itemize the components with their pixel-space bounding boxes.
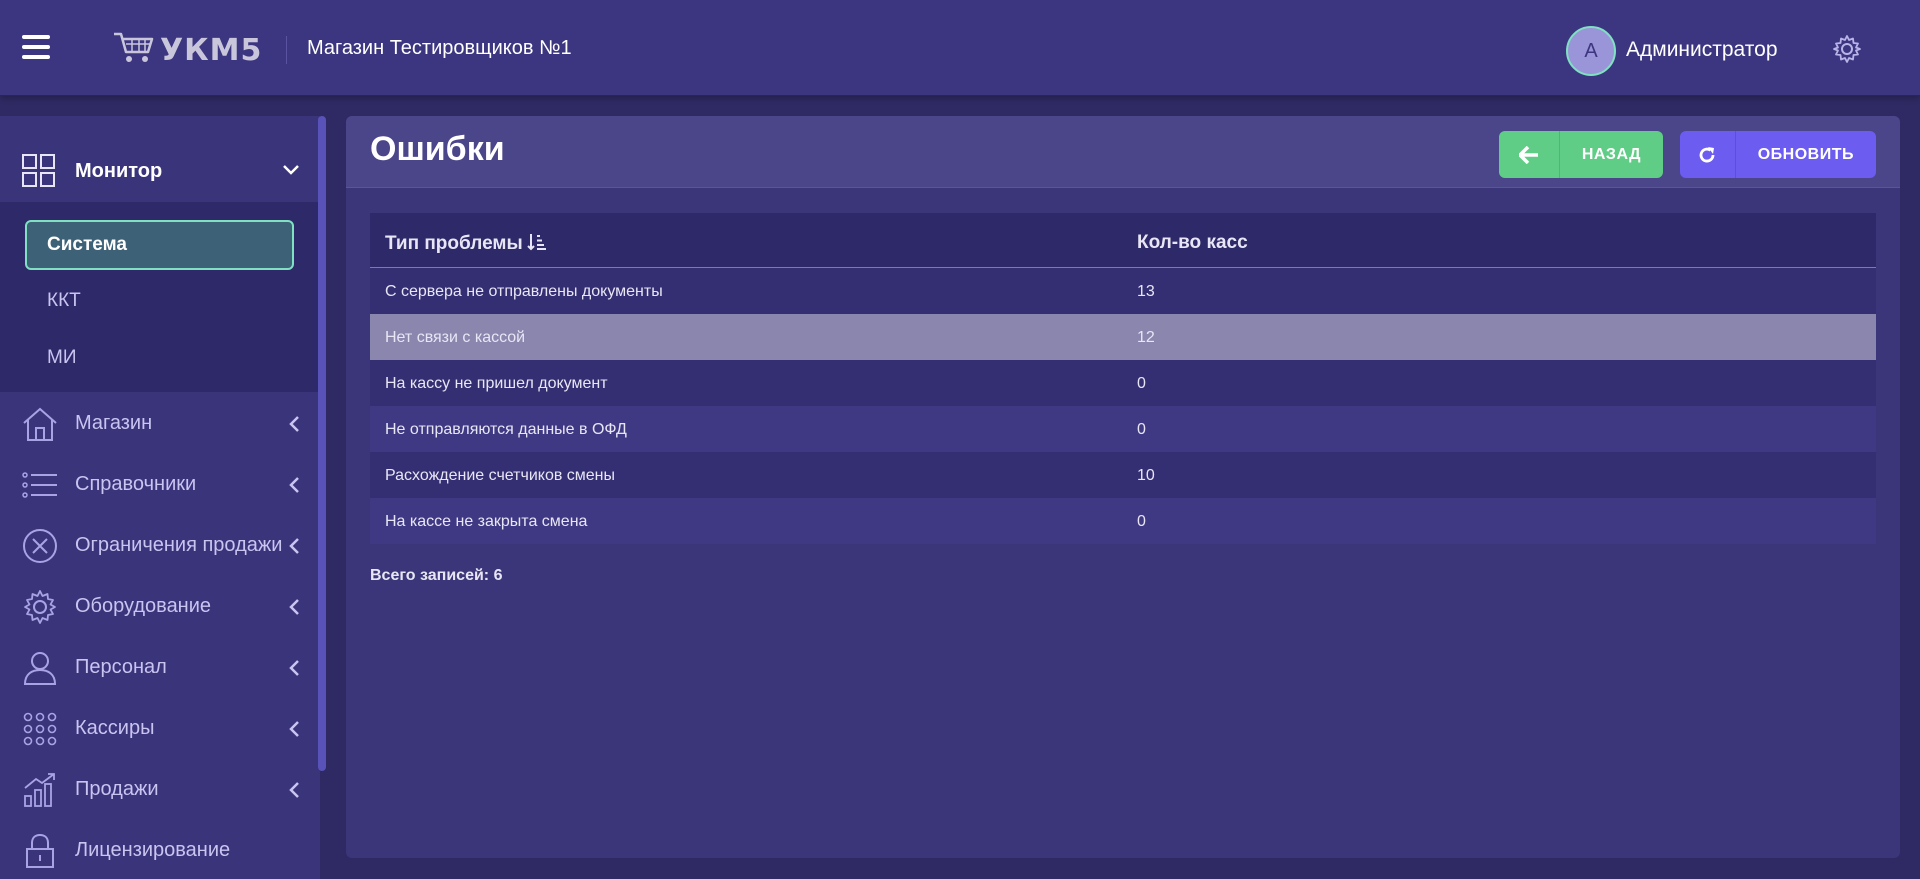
sidebar-item-licensing-label: Лицензирование xyxy=(75,839,231,861)
cell-problem-type: Не отправляются данные в ОФД xyxy=(385,421,627,438)
cell-kkt-count: 0 xyxy=(1137,421,1146,438)
user-icon xyxy=(23,652,57,685)
page-title: Ошибки xyxy=(370,130,505,168)
chevron-left-icon xyxy=(289,416,299,432)
arrow-left-icon xyxy=(1499,131,1560,178)
sort-icon[interactable] xyxy=(526,232,547,252)
sidebar-item-sale-restrictions-label: Ограничения продажи xyxy=(75,534,283,556)
cell-kkt-count: 0 xyxy=(1137,375,1146,392)
column-header-kkt-count[interactable]: Кол-во касс xyxy=(1137,232,1248,254)
submenu-item-mi[interactable]: МИ xyxy=(25,333,294,383)
chevron-down-icon[interactable] xyxy=(282,164,300,176)
sidebar-item-cashiers-label: Кассиры xyxy=(75,717,155,739)
refresh-button[interactable]: ОБНОВИТЬ xyxy=(1680,131,1876,178)
logo[interactable]: УКМ5 xyxy=(112,28,261,68)
sidebar-item-directories[interactable]: Справочники xyxy=(0,454,318,514)
cell-problem-type: Нет связи с кассой xyxy=(385,329,526,346)
table-row[interactable]: Не отправляются данные в ОФД 0 xyxy=(370,406,1876,452)
grid-icon xyxy=(22,154,55,187)
logo-text: УКМ5 xyxy=(160,33,263,68)
table-row[interactable]: Расхождение счетчиков смены 10 xyxy=(370,452,1876,498)
total-records: Всего записей: 6 xyxy=(370,567,503,584)
cart-icon xyxy=(114,32,154,62)
column-header-problem-type[interactable]: Тип проблемы xyxy=(385,232,547,255)
sidebar-scrollbar[interactable] xyxy=(318,116,326,771)
lock-icon xyxy=(26,833,54,868)
cell-problem-type: На кассе не закрыта смена xyxy=(385,513,588,530)
monitor-submenu: Система ККТ МИ xyxy=(0,202,318,392)
store-name: Магазин Тестировщиков №1 xyxy=(286,36,572,64)
submenu-item-kkt[interactable]: ККТ xyxy=(25,276,294,326)
x-circle-icon xyxy=(23,529,57,563)
chevron-left-icon xyxy=(289,477,299,493)
cell-problem-type: На кассу не пришел документ xyxy=(385,375,608,392)
dots-grid-icon xyxy=(23,712,57,746)
avatar[interactable]: А xyxy=(1566,26,1616,76)
sidebar-item-equipment[interactable]: Оборудование xyxy=(0,576,318,636)
home-icon xyxy=(23,407,57,441)
sidebar-item-sales[interactable]: Продажи xyxy=(0,759,318,819)
refresh-icon xyxy=(1680,131,1736,178)
sidebar-item-personnel-label: Персонал xyxy=(75,656,167,678)
username[interactable]: Администратор xyxy=(1626,38,1778,62)
back-button[interactable]: НАЗАД xyxy=(1499,131,1663,178)
main-panel: Ошибки НАЗАД ОБНОВИТЬ Тип проблемы Кол-в… xyxy=(346,116,1900,858)
table-row[interactable]: На кассе не закрыта смена 0 xyxy=(370,498,1876,544)
sidebar-item-monitor-label[interactable]: Монитор xyxy=(75,160,162,183)
cell-kkt-count: 10 xyxy=(1137,467,1155,484)
chevron-left-icon xyxy=(289,538,299,554)
cell-problem-type: Расхождение счетчиков смены xyxy=(385,467,616,484)
gear-icon xyxy=(24,590,56,624)
back-button-label: НАЗАД xyxy=(1581,145,1641,163)
sidebar-item-sale-restrictions[interactable]: Ограничения продажи xyxy=(0,515,318,575)
cell-kkt-count: 12 xyxy=(1137,329,1155,346)
panel-header: Ошибки НАЗАД ОБНОВИТЬ xyxy=(346,116,1900,188)
list-icon xyxy=(22,472,57,498)
chevron-left-icon xyxy=(289,721,299,737)
table-row[interactable]: С сервера не отправлены документы 13 xyxy=(370,268,1876,314)
sidebar-item-personnel[interactable]: Персонал xyxy=(0,637,318,697)
sidebar-item-directories-label: Справочники xyxy=(75,473,197,495)
chart-icon xyxy=(24,773,55,807)
menu-icon[interactable] xyxy=(22,35,50,59)
table-header: Тип проблемы Кол-во касс xyxy=(370,213,1876,268)
chevron-left-icon xyxy=(289,782,299,798)
cell-kkt-count: 13 xyxy=(1137,283,1155,300)
table-row[interactable]: На кассу не пришел документ 0 xyxy=(370,360,1876,406)
cell-problem-type: С сервера не отправлены документы xyxy=(385,283,663,300)
refresh-button-label: ОБНОВИТЬ xyxy=(1757,145,1854,163)
chevron-left-icon xyxy=(289,599,299,615)
settings-gear-icon[interactable] xyxy=(1832,34,1862,64)
submenu-item-system[interactable]: Система xyxy=(25,220,294,270)
errors-table: Тип проблемы Кол-во касс С сервера не от… xyxy=(370,213,1876,544)
table-row[interactable]: Нет связи с кассой 12 xyxy=(370,314,1876,360)
sidebar-item-cashiers[interactable]: Кассиры xyxy=(0,698,318,758)
top-bar: УКМ5 Магазин Тестировщиков №1 А Админист… xyxy=(0,0,1920,96)
sidebar-item-store-label: Магазин xyxy=(75,412,153,434)
sidebar-item-equipment-label: Оборудование xyxy=(75,595,212,617)
sidebar-item-licensing[interactable]: Лицензирование xyxy=(0,820,318,879)
sidebar-item-sales-label: Продажи xyxy=(75,778,159,800)
chevron-left-icon xyxy=(289,660,299,676)
column-header-label: Тип проблемы xyxy=(385,233,523,254)
cell-kkt-count: 0 xyxy=(1137,513,1146,530)
sidebar-item-store[interactable]: Магазин xyxy=(0,393,318,453)
